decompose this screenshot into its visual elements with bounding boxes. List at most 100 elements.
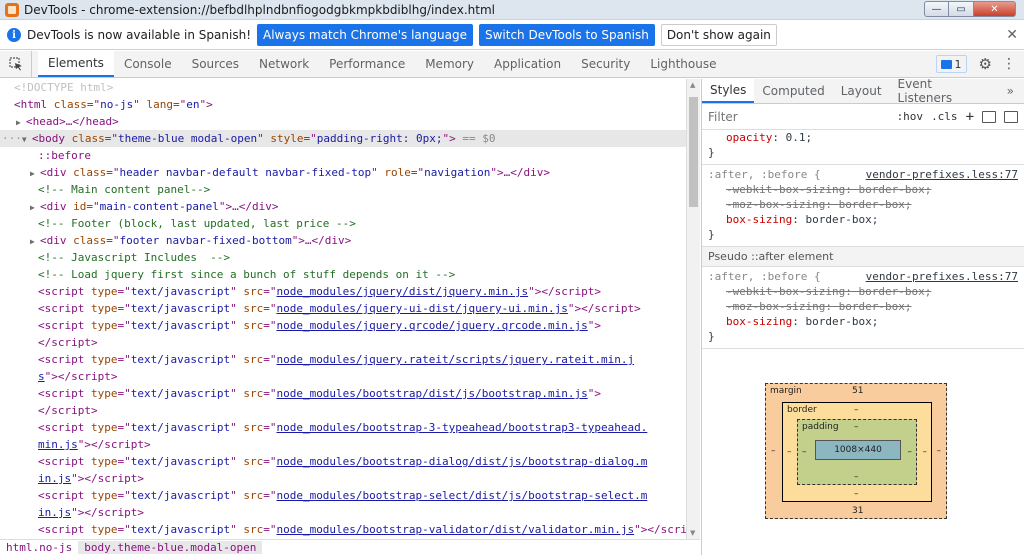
style-property[interactable]: -webkit-box-sizing: border-box; xyxy=(708,182,1018,197)
padding-bottom-value[interactable]: – xyxy=(854,472,859,482)
margin-left-value[interactable]: – xyxy=(771,446,776,456)
hover-state-toggle[interactable]: :hov xyxy=(897,110,924,123)
chat-icon xyxy=(940,59,952,69)
box-model-border[interactable]: border – – – – padding – – – – 1008×440 xyxy=(782,402,932,502)
breadcrumb-body[interactable]: body.theme-blue.modal-open xyxy=(78,541,263,554)
dom-node-header-div[interactable]: ▶ <div class="header navbar-default navba… xyxy=(0,164,686,181)
style-property[interactable]: -moz-box-sizing: border-box; xyxy=(708,197,1018,212)
dom-node-head[interactable]: ▶ <head>…</head> xyxy=(0,113,686,130)
tab-sources[interactable]: Sources xyxy=(182,51,249,77)
padding-left-value[interactable]: – xyxy=(802,447,807,457)
style-rule-pseudo-after-before[interactable]: :after, :before {vendor-prefixes.less:77… xyxy=(702,267,1024,349)
dom-node-script-continued[interactable]: </script> xyxy=(0,402,686,419)
styles-filter-input[interactable] xyxy=(708,109,848,124)
collapse-triangle-icon[interactable]: ▼ xyxy=(22,131,32,148)
tab-computed[interactable]: Computed xyxy=(754,79,832,103)
border-right-value[interactable]: – xyxy=(923,447,928,457)
tab-event-listeners[interactable]: Event Listeners xyxy=(890,77,997,105)
dom-node-script-continued[interactable]: </script> xyxy=(0,334,686,351)
class-toggle[interactable]: .cls xyxy=(931,110,958,123)
dom-comment[interactable]: <!-- Footer (block, last updated, last p… xyxy=(0,215,686,232)
style-property[interactable]: box-sizing: border-box; xyxy=(708,314,1018,329)
box-model-padding[interactable]: padding – – – – 1008×440 xyxy=(797,419,917,485)
issues-button[interactable]: 1 xyxy=(935,55,967,73)
maximize-button[interactable]: ▭ xyxy=(949,1,974,17)
dom-node-body[interactable]: ···▼ <body class="theme-blue modal-open" … xyxy=(0,130,686,147)
elements-dom-tree[interactable]: <!DOCTYPE html> <html class="no-js" lang… xyxy=(0,79,686,539)
tab-lighthouse[interactable]: Lighthouse xyxy=(640,51,726,77)
switch-to-spanish-button[interactable]: Switch DevTools to Spanish xyxy=(478,24,655,46)
padding-right-value[interactable]: – xyxy=(908,447,913,457)
scroll-up-icon[interactable]: ▲ xyxy=(690,81,695,89)
breadcrumb-html[interactable]: html.no-js xyxy=(0,541,78,554)
dom-node-script[interactable]: <script type="text/javascript" src="node… xyxy=(0,351,686,368)
style-property[interactable]: -webkit-box-sizing: border-box; xyxy=(708,284,1018,299)
tab-layout[interactable]: Layout xyxy=(833,79,890,103)
dom-comment[interactable]: <!-- Javascript Includes --> xyxy=(0,249,686,266)
minimize-button[interactable]: — xyxy=(924,1,949,17)
tab-styles[interactable]: Styles xyxy=(702,79,755,103)
always-match-language-button[interactable]: Always match Chrome's language xyxy=(257,24,473,46)
rule-source-link[interactable]: vendor-prefixes.less:77 xyxy=(866,269,1018,284)
margin-bottom-value[interactable]: 31 xyxy=(852,506,863,516)
tab-console[interactable]: Console xyxy=(114,51,182,77)
more-tabs-chevron-icon[interactable]: » xyxy=(997,79,1024,103)
tab-application[interactable]: Application xyxy=(484,51,571,77)
new-rule-plus-icon[interactable]: + xyxy=(966,109,974,125)
dom-node-script-continued[interactable]: min.js"></script> xyxy=(0,436,686,453)
box-model-content[interactable]: 1008×440 xyxy=(815,440,901,460)
style-rule-after-before[interactable]: :after, :before {vendor-prefixes.less:77… xyxy=(702,165,1024,247)
close-icon[interactable]: ✕ xyxy=(1006,27,1018,43)
computed-styles-icon[interactable] xyxy=(982,110,996,123)
box-model-margin[interactable]: margin 51 31 – – border – – – – padding … xyxy=(765,383,947,519)
close-window-button[interactable]: ✕ xyxy=(974,1,1016,17)
dom-comment[interactable]: <!-- Main content panel--> xyxy=(0,181,686,198)
dom-node-html[interactable]: <html class="no-js" lang="en"> xyxy=(0,96,686,113)
scroll-down-icon[interactable]: ▼ xyxy=(690,529,695,537)
dont-show-again-button[interactable]: Don't show again xyxy=(660,24,777,46)
window-controls: — ▭ ✕ xyxy=(924,1,1016,17)
margin-right-value[interactable]: – xyxy=(937,446,942,456)
dom-node-script-continued[interactable]: in.js"></script> xyxy=(0,504,686,521)
gear-icon[interactable]: ⚙ xyxy=(979,55,992,73)
expand-triangle-icon[interactable]: ▶ xyxy=(30,233,40,250)
tab-performance[interactable]: Performance xyxy=(319,51,415,77)
toggle-sidebar-icon[interactable] xyxy=(1004,110,1018,123)
tab-security[interactable]: Security xyxy=(571,51,640,77)
border-top-value[interactable]: – xyxy=(854,405,859,415)
expand-triangle-icon[interactable]: ▶ xyxy=(30,165,40,182)
dom-node-script[interactable]: <script type="text/javascript" src="node… xyxy=(0,487,686,504)
dom-node-footer-div[interactable]: ▶ <div class="footer navbar-fixed-bottom"… xyxy=(0,232,686,249)
tab-elements[interactable]: Elements xyxy=(38,51,114,77)
padding-top-value[interactable]: – xyxy=(854,422,859,432)
tab-memory[interactable]: Memory xyxy=(415,51,484,77)
dom-node-before[interactable]: ::before xyxy=(0,147,686,164)
style-rule-opacity[interactable]: opacity: 0.1; } xyxy=(702,130,1024,165)
border-left-value[interactable]: – xyxy=(787,447,792,457)
dom-node-script[interactable]: <script type="text/javascript" src="node… xyxy=(0,385,686,402)
dom-node-script-continued[interactable]: s"></script> xyxy=(0,368,686,385)
margin-top-value[interactable]: 51 xyxy=(852,386,863,396)
dom-node-script[interactable]: <script type="text/javascript" src="node… xyxy=(0,453,686,470)
rule-source-link[interactable]: vendor-prefixes.less:77 xyxy=(866,167,1018,182)
scrollbar-thumb[interactable] xyxy=(689,97,698,207)
more-dots-icon[interactable]: ··· xyxy=(2,132,22,145)
elements-scrollbar[interactable]: ▲ ▼ xyxy=(686,79,700,539)
dom-node-main-content-div[interactable]: ▶ <div id="main-content-panel">…</div> xyxy=(0,198,686,215)
dom-node-script[interactable]: <script type="text/javascript" src="node… xyxy=(0,521,686,538)
tab-network[interactable]: Network xyxy=(249,51,319,77)
dom-comment[interactable]: <!-- Load jquery first since a bunch of … xyxy=(0,266,686,283)
style-property[interactable]: box-sizing: border-box; xyxy=(708,212,1018,227)
dom-node-script-continued[interactable]: in.js"></script> xyxy=(0,470,686,487)
expand-triangle-icon[interactable]: ▶ xyxy=(16,114,26,131)
expand-triangle-icon[interactable]: ▶ xyxy=(30,199,40,216)
border-bottom-value[interactable]: – xyxy=(854,489,859,499)
dom-node-script[interactable]: <script type="text/javascript" src="node… xyxy=(0,283,686,300)
dom-node-script[interactable]: <script type="text/javascript" src="node… xyxy=(0,317,686,334)
dom-node-script[interactable]: <script type="text/javascript" src="node… xyxy=(0,419,686,436)
style-property[interactable]: -moz-box-sizing: border-box; xyxy=(708,299,1018,314)
dom-node-doctype[interactable]: <!DOCTYPE html> xyxy=(0,79,686,96)
inspect-element-icon[interactable] xyxy=(0,51,32,77)
more-options-icon[interactable]: ⋮ xyxy=(1002,56,1016,72)
dom-node-script[interactable]: <script type="text/javascript" src="node… xyxy=(0,300,686,317)
